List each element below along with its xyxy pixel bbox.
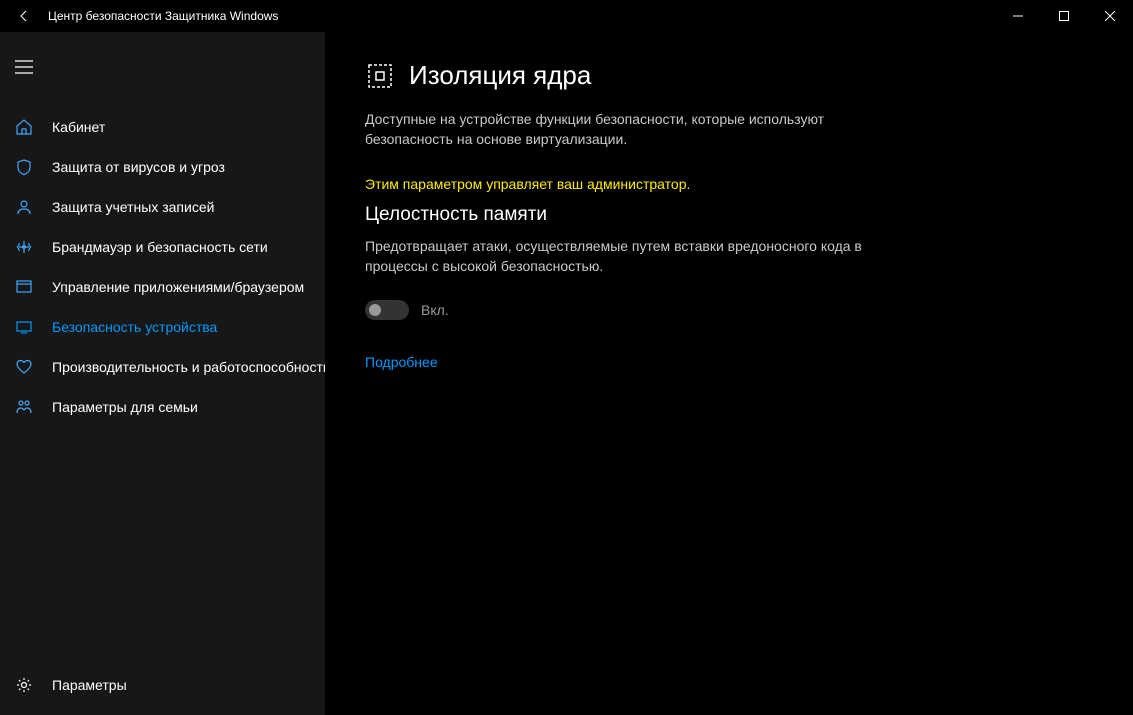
- arrow-left-icon: [16, 8, 32, 24]
- sidebar-item-label: Безопасность устройства: [52, 319, 217, 335]
- toggle-knob: [369, 304, 381, 316]
- page-description: Доступные на устройстве функции безопасн…: [365, 109, 905, 150]
- minimize-icon: [1013, 11, 1023, 21]
- sidebar-item-device-security[interactable]: Безопасность устройства: [0, 307, 325, 347]
- page-title: Изоляция ядра: [409, 60, 591, 91]
- back-button[interactable]: [0, 0, 48, 32]
- sidebar-item-label: Кабинет: [52, 119, 105, 135]
- sidebar-item-health[interactable]: Производительность и работоспособность у…: [0, 347, 325, 387]
- memory-integrity-toggle-row: Вкл.: [365, 300, 1093, 320]
- sidebar-item-label: Производительность и работоспособность у…: [52, 359, 325, 375]
- maximize-button[interactable]: [1041, 0, 1087, 32]
- sidebar-item-label: Защита от вирусов и угроз: [52, 159, 225, 175]
- sidebar-item-account[interactable]: Защита учетных записей: [0, 187, 325, 227]
- heart-icon: [14, 357, 34, 377]
- shield-icon: [14, 157, 34, 177]
- close-button[interactable]: [1087, 0, 1133, 32]
- window-controls: [995, 0, 1133, 32]
- sidebar-settings[interactable]: Параметры: [0, 665, 325, 705]
- memory-integrity-toggle[interactable]: [365, 300, 409, 320]
- learn-more-link[interactable]: Подробнее: [365, 354, 438, 370]
- sidebar-item-virus[interactable]: Защита от вирусов и угроз: [0, 147, 325, 187]
- family-icon: [14, 397, 34, 417]
- memory-integrity-heading: Целостность памяти: [365, 204, 1093, 226]
- gear-icon: [14, 675, 34, 695]
- sidebar-item-label: Защита учетных записей: [52, 199, 214, 215]
- device-security-icon: [14, 317, 34, 337]
- sidebar-settings-label: Параметры: [52, 677, 127, 693]
- app-browser-icon: [14, 277, 34, 297]
- maximize-icon: [1059, 11, 1069, 21]
- account-icon: [14, 197, 34, 217]
- minimize-button[interactable]: [995, 0, 1041, 32]
- sidebar-item-family[interactable]: Параметры для семьи: [0, 387, 325, 427]
- admin-notice: Этим параметром управляет ваш администра…: [365, 176, 1093, 192]
- window-title: Центр безопасности Защитника Windows: [48, 9, 278, 23]
- core-isolation-icon: [365, 61, 395, 91]
- firewall-icon: [14, 237, 34, 257]
- close-icon: [1105, 11, 1115, 21]
- sidebar-item-label: Параметры для семьи: [52, 399, 198, 415]
- sidebar-item-appbrowser[interactable]: Управление приложениями/браузером: [0, 267, 325, 307]
- main-content: Изоляция ядра Доступные на устройстве фу…: [325, 32, 1133, 715]
- toggle-label: Вкл.: [421, 302, 449, 318]
- titlebar: Центр безопасности Защитника Windows: [0, 0, 1133, 32]
- sidebar-item-home[interactable]: Кабинет: [0, 107, 325, 147]
- home-icon: [14, 117, 34, 137]
- sidebar-item-label: Управление приложениями/браузером: [52, 279, 304, 295]
- sidebar-item-firewall[interactable]: Брандмауэр и безопасность сети: [0, 227, 325, 267]
- page-header: Изоляция ядра: [365, 60, 1093, 91]
- sidebar-item-label: Брандмауэр и безопасность сети: [52, 239, 268, 255]
- hamburger-icon: [15, 60, 33, 74]
- memory-integrity-description: Предотвращает атаки, осуществляемые путе…: [365, 236, 925, 277]
- hamburger-button[interactable]: [0, 47, 48, 87]
- sidebar: Кабинет Защита от вирусов и угроз Защита…: [0, 32, 325, 715]
